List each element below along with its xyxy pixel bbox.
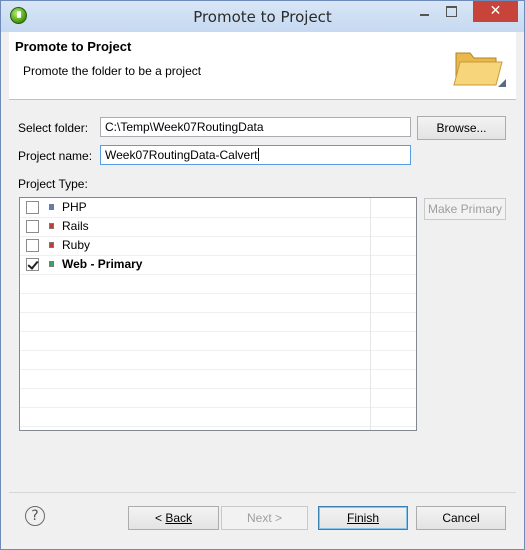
checkbox-rails[interactable]	[26, 220, 39, 233]
folder-path-input[interactable]: C:\Temp\Week07RoutingData	[100, 117, 411, 137]
list-item-label: Rails	[62, 219, 89, 233]
finish-label: Finish	[346, 511, 379, 525]
maximize-button[interactable]	[438, 1, 464, 22]
browse-button[interactable]: Browse...	[417, 116, 506, 140]
web-nature-icon	[49, 261, 54, 267]
php-nature-icon	[49, 204, 54, 210]
wizard-banner: Promote to Project Promote the folder to…	[9, 32, 516, 100]
empty-row	[20, 388, 416, 408]
project-name-label: Project name:	[18, 149, 93, 163]
list-item[interactable]: Rails	[20, 217, 416, 237]
folder-icon	[453, 52, 506, 87]
next-button[interactable]: Next >	[221, 506, 308, 530]
checkbox-php[interactable]	[26, 201, 39, 214]
banner-description: Promote the folder to be a project	[23, 64, 202, 78]
finish-button[interactable]: Finish	[318, 506, 408, 530]
banner-title: Promote to Project	[15, 39, 132, 54]
list-item[interactable]: PHP	[20, 198, 416, 218]
rails-nature-icon	[49, 223, 54, 229]
back-label: Back	[165, 511, 193, 525]
empty-row	[20, 274, 416, 294]
cancel-button[interactable]: Cancel	[416, 506, 506, 530]
minimize-button[interactable]	[411, 1, 437, 22]
select-folder-label: Select folder:	[18, 121, 89, 135]
list-item[interactable]: Ruby	[20, 236, 416, 256]
empty-row	[20, 407, 416, 427]
project-type-list[interactable]: PHP Rails Ruby Web - Primary	[19, 197, 417, 431]
back-prefix: <	[154, 511, 166, 525]
project-type-label: Project Type:	[18, 177, 88, 191]
empty-row	[20, 369, 416, 389]
project-name-text: Week07RoutingData-Calvert	[105, 148, 258, 162]
list-item[interactable]: Web - Primary	[20, 255, 416, 275]
project-name-input[interactable]: Week07RoutingData-Calvert	[100, 145, 411, 165]
close-button[interactable]: ✕	[473, 1, 518, 22]
empty-row	[20, 350, 416, 370]
empty-row	[20, 312, 416, 332]
checkbox-ruby[interactable]	[26, 239, 39, 252]
title-bar[interactable]: Promote to Project ✕	[1, 1, 524, 32]
list-item-label: Ruby	[62, 238, 91, 252]
checkbox-web[interactable]	[26, 258, 39, 271]
ruby-nature-icon	[49, 242, 54, 248]
list-item-label: Web - Primary	[62, 257, 143, 271]
empty-row	[20, 293, 416, 313]
help-icon[interactable]: ?	[25, 506, 45, 526]
make-primary-button[interactable]: Make Primary	[424, 198, 506, 220]
back-button[interactable]: < Back	[128, 506, 219, 530]
list-item-label: PHP	[62, 200, 87, 214]
text-caret	[257, 148, 259, 161]
footer-separator	[9, 492, 516, 493]
empty-row	[20, 331, 416, 351]
column-separator	[370, 198, 371, 430]
dialog-window: Promote to Project ✕ Promote to Project …	[0, 0, 525, 550]
